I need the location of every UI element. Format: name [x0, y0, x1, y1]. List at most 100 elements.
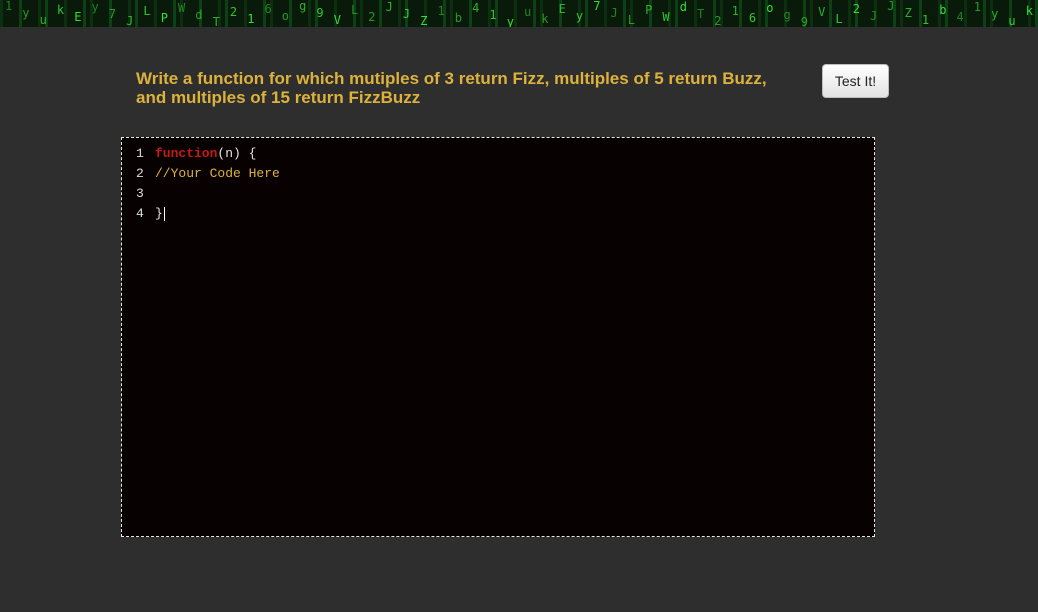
- rain-glyph: u: [1008, 14, 1015, 27]
- rain-glyph: T: [697, 7, 704, 21]
- line-number: 4: [136, 206, 144, 221]
- closing-brace: }: [155, 206, 163, 221]
- rain-glyph: 1: [922, 13, 929, 27]
- line-number: 3: [136, 186, 144, 201]
- rain-glyph: W: [178, 1, 186, 15]
- rain-glyph: d: [680, 0, 687, 14]
- rain-glyph: L: [628, 13, 635, 27]
- rain-streak: [398, 0, 401, 27]
- rain-glyph: J: [126, 14, 133, 27]
- rain-glyph: Z: [905, 6, 912, 20]
- rain-glyph: E: [559, 2, 566, 16]
- rain-glyph: 7: [109, 7, 116, 21]
- rain-glyph: u: [524, 5, 531, 19]
- rain-streak: [810, 0, 813, 27]
- function-signature: (n) {: [217, 146, 257, 161]
- rain-streak: [829, 0, 832, 27]
- rain-glyph: V: [818, 5, 825, 19]
- rain-glyph: 7: [593, 0, 600, 13]
- rain-streak: [379, 0, 382, 27]
- rain-glyph: 6: [265, 2, 272, 16]
- rain-glyph: b: [455, 11, 462, 25]
- code-line-4[interactable]: }: [155, 204, 855, 224]
- rain-glyph: 1: [732, 4, 739, 18]
- rain-streak: [604, 0, 607, 27]
- rain-glyph: L: [835, 12, 842, 26]
- rain-streak: [533, 0, 536, 27]
- rain-glyph: y: [507, 15, 514, 27]
- code-line-3[interactable]: [155, 184, 855, 204]
- rain-glyph: 9: [801, 15, 808, 27]
- rain-streak: [739, 0, 742, 27]
- rain-glyph: y: [92, 0, 99, 14]
- rain-glyph: 6: [749, 11, 756, 25]
- line-number: 2: [136, 166, 144, 181]
- rain-glyph: J: [887, 0, 894, 13]
- rain-streak: [83, 0, 86, 27]
- code-line-2[interactable]: //Your Code Here: [155, 164, 855, 184]
- rain-streak: [225, 0, 228, 27]
- rain-glyph: 2: [230, 5, 237, 19]
- rain-streak: [675, 0, 678, 27]
- rain-streak: [514, 0, 517, 27]
- rain-glyph: d: [195, 8, 202, 22]
- rain-glyph: u: [40, 13, 47, 27]
- rain-streak: [983, 0, 986, 27]
- rain-glyph: W: [662, 10, 670, 24]
- rain-glyph: 1: [438, 4, 445, 18]
- rain-glyph: P: [161, 11, 168, 25]
- rain-glyph: 1: [5, 0, 12, 13]
- rain-glyph: o: [282, 9, 289, 23]
- line-number-gutter: 1 2 3 4: [136, 144, 152, 224]
- rain-streak: [0, 0, 3, 27]
- rain-glyph: 2: [714, 14, 721, 27]
- rain-streak: [964, 0, 967, 27]
- rain-streak: [758, 0, 761, 27]
- rain-glyph: V: [334, 13, 341, 27]
- matrix-banner: 1yukEy7JLPWdT216og9VL2JJZ1b41yukEy7JLPWd…: [0, 0, 1038, 27]
- rain-glyph: 4: [472, 1, 479, 15]
- rain-glyph: L: [351, 3, 358, 17]
- rain-streak: [308, 0, 311, 27]
- matrix-rain-decoration: 1 y uk Ey 7 JL PW d T2 16 og 9 VL 2J J Z1 b4 1 yu kE y7 J LP Wd…: [0, 0, 1038, 27]
- rain-glyph: 2: [853, 2, 860, 16]
- challenge-prompt: Write a function for which mutiples of 3…: [136, 69, 806, 107]
- rain-streak: [623, 0, 626, 27]
- rain-streak: [64, 0, 67, 27]
- prompt-line-1: Write a function for which mutiples of 3…: [136, 69, 767, 88]
- rain-glyph: y: [22, 6, 29, 20]
- rain-glyph: L: [143, 4, 150, 18]
- line-number: 1: [136, 146, 144, 161]
- rain-streak: [450, 0, 453, 27]
- code-comment: //Your Code Here: [155, 166, 280, 181]
- rain-glyph: J: [403, 7, 410, 21]
- rain-glyph: T: [213, 15, 220, 27]
- rain-streak: [360, 0, 363, 27]
- rain-glyph: J: [611, 6, 618, 20]
- text-cursor: [163, 206, 165, 221]
- rain-streak: [289, 0, 292, 27]
- rain-streak: [585, 0, 588, 27]
- test-it-button[interactable]: Test It!: [822, 64, 889, 98]
- code-area[interactable]: function(n) { //Your Code Here }: [155, 144, 855, 224]
- function-keyword: function: [155, 146, 218, 161]
- rain-glyph: g: [299, 0, 306, 13]
- rain-glyph: y: [991, 7, 998, 21]
- rain-glyph: E: [74, 10, 81, 24]
- rain-streak: [848, 0, 851, 27]
- rain-glyph: b: [939, 3, 946, 17]
- rain-glyph: k: [541, 12, 549, 26]
- rain-glyph: k: [1026, 4, 1034, 18]
- rain-glyph: y: [576, 9, 583, 23]
- rain-glyph: 2: [368, 10, 375, 24]
- prompt-line-2: and multiples of 15 return FizzBuzz: [136, 88, 421, 107]
- rain-glyph: J: [870, 9, 877, 23]
- rain-streak: [154, 0, 157, 27]
- rain-glyph: P: [645, 3, 652, 17]
- rain-glyph: g: [784, 8, 791, 22]
- rain-glyph: 9: [316, 6, 323, 20]
- rain-streak: [900, 0, 903, 27]
- code-editor[interactable]: 1 2 3 4 function(n) { //Your Code Here }: [121, 137, 875, 537]
- code-line-1[interactable]: function(n) {: [155, 144, 855, 164]
- rain-glyph: 4: [957, 10, 964, 24]
